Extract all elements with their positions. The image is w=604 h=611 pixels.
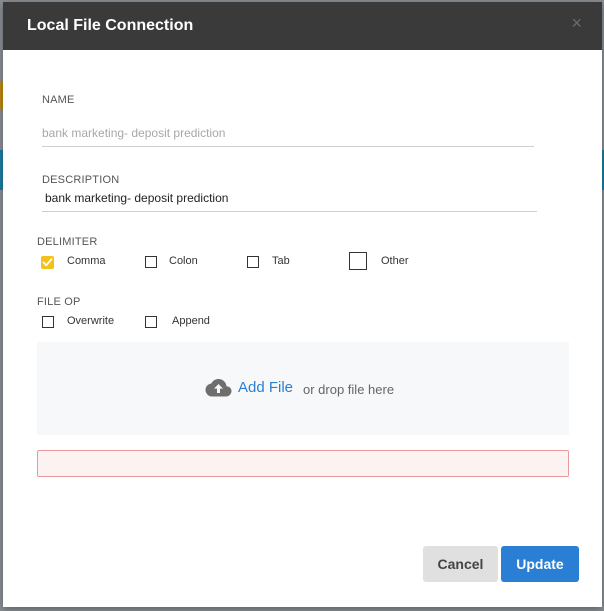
close-icon[interactable]: × <box>571 13 582 33</box>
error-message-box <box>37 450 569 477</box>
update-button[interactable]: Update <box>501 546 579 582</box>
dialog-titlebar: Local File Connection × <box>3 2 602 50</box>
append-label[interactable]: Append <box>172 315 210 327</box>
file-dropzone[interactable]: Add File or drop file here <box>37 342 569 435</box>
other-label[interactable]: Other <box>381 255 409 267</box>
file-op-label: FILE OP <box>37 296 81 308</box>
colon-label[interactable]: Colon <box>169 255 198 267</box>
add-file-link[interactable]: Add File <box>238 379 293 396</box>
checkmark-icon <box>42 258 53 267</box>
drop-file-hint: or drop file here <box>303 382 395 397</box>
append-checkbox[interactable] <box>145 316 157 328</box>
colon-checkbox[interactable] <box>145 256 157 268</box>
local-file-connection-dialog: Local File Connection × NAME DESCRIPTION… <box>3 2 602 607</box>
cloud-upload-icon <box>205 379 232 397</box>
dialog-title: Local File Connection <box>27 17 194 34</box>
name-input[interactable] <box>42 126 534 147</box>
tab-label[interactable]: Tab <box>272 255 290 267</box>
comma-checkbox[interactable] <box>41 256 54 269</box>
tab-checkbox[interactable] <box>247 256 259 268</box>
name-label: NAME <box>42 94 75 106</box>
other-checkbox[interactable] <box>349 252 367 270</box>
description-label: DESCRIPTION <box>42 174 120 186</box>
description-input[interactable] <box>42 191 537 212</box>
overwrite-label[interactable]: Overwrite <box>67 315 114 327</box>
delimiter-label: DELIMITER <box>37 236 98 248</box>
overwrite-checkbox[interactable] <box>42 316 54 328</box>
comma-label[interactable]: Comma <box>67 255 106 267</box>
cancel-button[interactable]: Cancel <box>423 546 498 582</box>
